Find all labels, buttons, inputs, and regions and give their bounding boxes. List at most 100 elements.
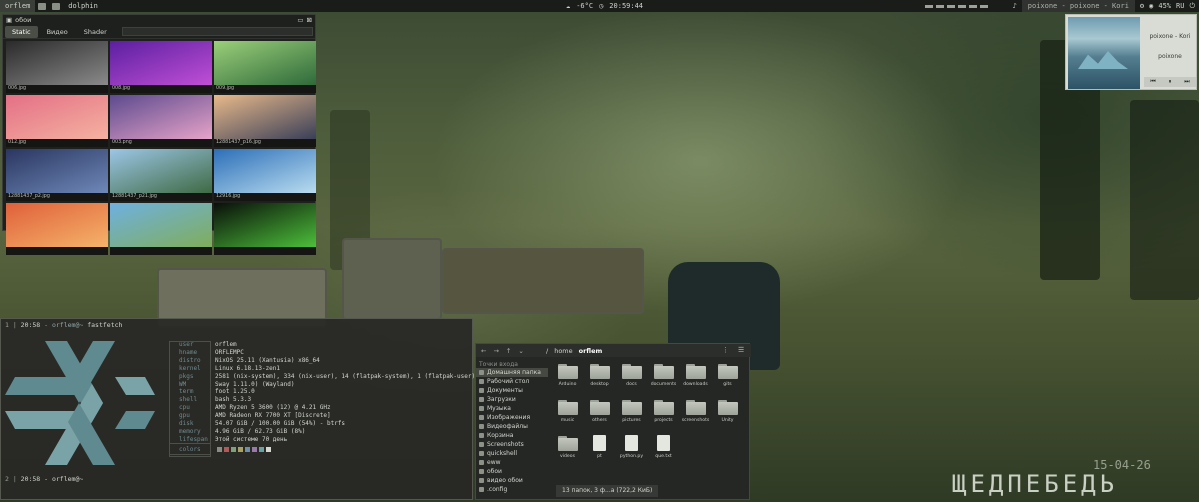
settings-icon[interactable]: ⚙ [1140,2,1144,10]
sidebar-item[interactable]: Музыка [476,404,548,413]
window-icon [38,2,47,10]
sidebar-item[interactable]: Корзина [476,431,548,440]
sidebar-item[interactable]: Screenshots [476,440,548,449]
terminal-window[interactable]: 1 | 20:58 - orflem@~ fastfetch user hname… [0,318,475,500]
folder-item[interactable]: videos [552,434,583,464]
place-icon [479,460,484,465]
more-icon[interactable]: ⋮ [722,346,729,354]
tab-shader[interactable]: Shader [77,26,114,38]
folder-icon [621,364,642,379]
wallpaper-item[interactable] [110,203,212,255]
wallpaper-thumbnail[interactable] [6,149,108,193]
folder-item[interactable]: gits [712,362,743,392]
folder-item[interactable]: pictures [616,398,647,428]
tab-static[interactable]: Static [5,25,38,38]
next-icon[interactable]: ⏭ [1184,78,1189,86]
wallpaper-thumbnail[interactable] [214,41,316,85]
wallpaper-thumbnail[interactable] [214,203,316,247]
volume-icon[interactable]: ◉ [1149,2,1153,10]
wallpaper-item[interactable]: 008.jpg [110,41,212,93]
up-icon[interactable]: ↑ [506,347,511,355]
wallpaper-item[interactable] [6,203,108,255]
item-label: videos [560,454,575,459]
media-title-bar[interactable]: poixone - poixone - Kori [1021,0,1135,12]
wallpaper-item[interactable]: 12881437_p2.jpg [6,149,108,201]
folder-item[interactable]: music [552,398,583,428]
volume-text[interactable]: 45% [1158,2,1171,10]
wallpaper-item[interactable] [214,203,316,255]
folder-icon [653,400,674,415]
sidebar-item[interactable]: quickshell [476,449,548,458]
wallpaper-thumbnail[interactable] [110,149,212,193]
breadcrumb-home[interactable]: home [554,347,572,355]
wallpaper-thumbnail[interactable] [110,41,212,85]
keyboard-layout[interactable]: RU [1176,2,1184,10]
media-controls: ⏮ ⏸ ⏭ [1144,77,1196,87]
folder-item[interactable]: desktop [584,362,615,392]
folder-item[interactable]: Unity [712,398,743,428]
wallpaper-filename: 12916.jpg [216,194,241,199]
folder-icon[interactable]: ▭ [297,16,303,24]
wallpaper-item[interactable]: 12881437_p21.jpg [110,149,212,201]
tab-video[interactable]: Видео [40,26,75,38]
sidebar-item-label: Домашняя папка [487,369,541,376]
wallpaper-thumbnail[interactable] [6,203,108,247]
wallpaper-thumbnail[interactable] [214,95,316,139]
forward-icon[interactable]: → [493,347,498,355]
wallpaper-thumbnail[interactable] [6,41,108,85]
wallpaper-thumbnail[interactable] [214,149,316,193]
file-item[interactable]: python.py [616,434,647,464]
wallpaper-grid: 006.jpg 008.jpg 009.jpg 012.jpg 003.png 12881… [3,39,316,257]
file-item[interactable]: pt [584,434,615,464]
sidebar-item[interactable]: Изображения [476,413,548,422]
back-icon[interactable]: ← [481,347,486,355]
info-key: pkgs [179,372,194,380]
wallpaper-thumbnail[interactable] [6,95,108,139]
folder-item[interactable]: screenshots [680,398,711,428]
folder-icon [685,364,706,379]
breadcrumb-current[interactable]: orflem [579,347,603,355]
close-icon[interactable]: ⊠ [307,16,312,24]
wallpaper-item[interactable]: 003.png [110,95,212,147]
search-input[interactable] [121,27,313,36]
sidebar-item[interactable]: .config [476,485,548,494]
sidebar-item[interactable]: Видеофайлы [476,422,548,431]
sidebar-item[interactable]: Документы [476,386,548,395]
folder-item[interactable]: Arduino [552,362,583,392]
place-icon [479,397,484,402]
folder-item[interactable]: docs [616,362,647,392]
sidebar-item-label: .config [487,486,508,493]
folder-item[interactable]: projects [648,398,679,428]
folder-icon [685,400,706,415]
command-text: fastfetch [87,321,123,329]
window-title: обои [15,16,32,24]
folder-icon [621,400,642,415]
folder-item[interactable]: documents [648,362,679,392]
sidebar-item[interactable]: eww [476,458,548,467]
sidebar-item[interactable]: обои [476,467,548,476]
sidebar-item[interactable]: Рабочий стол [476,377,548,386]
wallpaper-thumbnail[interactable] [110,203,212,247]
wallpaper-item[interactable]: 006.jpg [6,41,108,93]
folder-item[interactable]: others [584,398,615,428]
pause-icon[interactable]: ⏸ [1168,78,1171,86]
previous-icon[interactable]: ⏮ [1150,78,1155,86]
sidebar-item[interactable]: видео обои [476,476,548,485]
wallpaper-item[interactable]: 009.jpg [214,41,316,93]
wallpaper-filename: 008.jpg [112,86,131,91]
folder-item[interactable]: downloads [680,362,711,392]
breadcrumb-root[interactable]: / [546,347,548,355]
wallpaper-item[interactable]: 012.jpg [6,95,108,147]
history-icon[interactable]: ⌄ [518,347,523,355]
wallpaper-item[interactable]: 12881437_p16.jpg [214,95,316,147]
sidebar-item[interactable]: Загрузки [476,395,548,404]
folder-icon [557,400,578,415]
workspace-label[interactable]: orflem [0,0,36,12]
wallpaper-thumbnail[interactable] [110,95,212,139]
info-key: memory [179,427,201,435]
file-item[interactable]: que.txt [648,434,679,464]
menu-icon[interactable]: ☰ [738,346,744,354]
wallpaper-item[interactable]: 12916.jpg [214,149,316,201]
power-icon[interactable]: ⏻ [1189,2,1195,11]
sidebar-item[interactable]: Домашняя папка [476,368,548,377]
